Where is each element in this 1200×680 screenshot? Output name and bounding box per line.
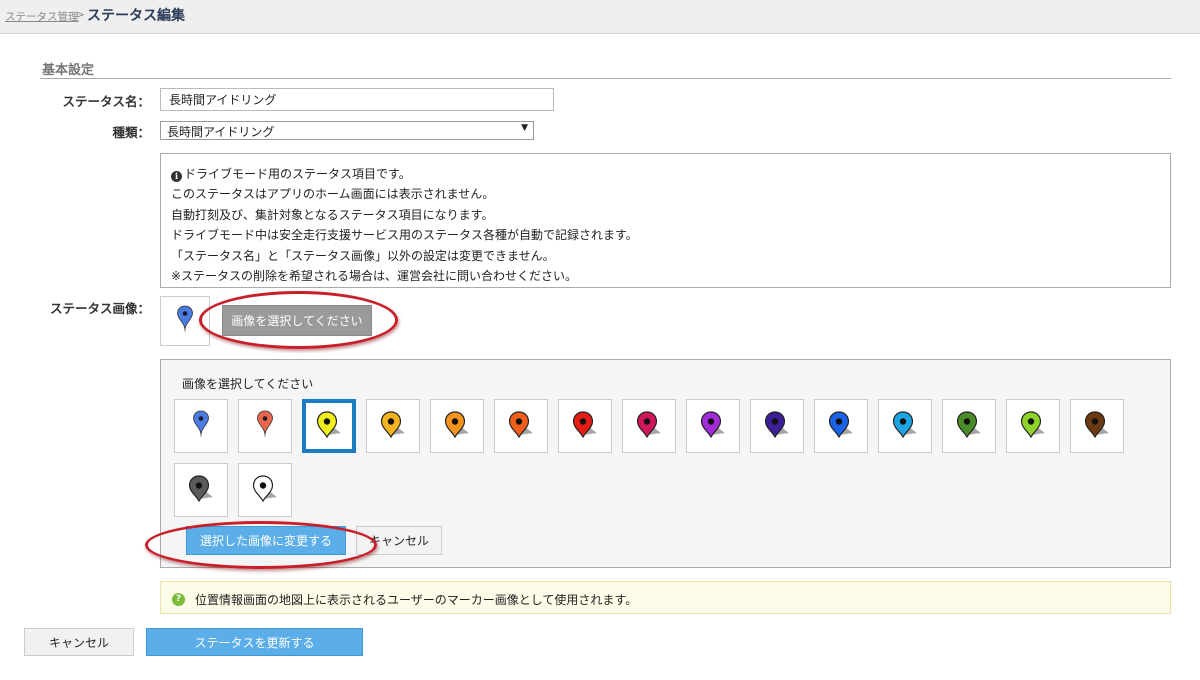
marker-option[interactable] (1070, 399, 1124, 453)
type-select[interactable]: 長時間アイドリング ▼ (160, 121, 534, 140)
red-marker-icon (571, 410, 599, 443)
red-pin-marker-icon (255, 410, 275, 443)
marker-option[interactable] (750, 399, 804, 453)
marker-option[interactable] (174, 399, 228, 453)
marker-option[interactable] (686, 399, 740, 453)
update-status-button[interactable]: ステータスを更新する (146, 628, 363, 656)
info-line: ※ステータスの削除を希望される場合は、運営会社に問い合わせください。 (171, 269, 578, 284)
annotation-circle (145, 521, 377, 569)
annotation-circle (199, 291, 398, 349)
marker-option[interactable] (942, 399, 996, 453)
blue-pin-marker-icon (191, 410, 211, 443)
marker-option[interactable] (878, 399, 932, 453)
dropdown-arrow-icon: ▼ (521, 123, 528, 133)
breadcrumb-parent-link[interactable]: ステータス管理 (5, 9, 79, 24)
notice-text: 位置情報画面の地図上に表示されるユーザーのマーカー画像として使用されます。 (195, 593, 638, 607)
marker-option[interactable] (622, 399, 676, 453)
info-line: 「ステータス名」と「ステータス画像」以外の設定は変更できません。 (171, 248, 555, 263)
marker-option[interactable] (366, 399, 420, 453)
breadcrumb-separator: > (76, 9, 85, 21)
blue-pin-marker-icon (175, 305, 195, 338)
dark-orange-marker-icon (507, 410, 535, 443)
info-icon: i (171, 171, 182, 182)
info-line: 自動打刻及び、集計対象となるステータス項目になります。 (171, 207, 494, 222)
crimson-marker-icon (635, 410, 663, 443)
yellow-marker-icon (315, 410, 343, 443)
picker-title: 画像を選択してください (182, 377, 314, 391)
marker-option[interactable] (302, 399, 356, 453)
amber-marker-icon (379, 410, 407, 443)
lime-marker-icon (1019, 410, 1047, 443)
info-line: ドライブモード中は安全走行支援サービス用のステータス各種が自動で記録されます。 (171, 228, 638, 243)
marker-option[interactable] (238, 399, 292, 453)
blue-marker-icon (827, 410, 855, 443)
brown-marker-icon (1083, 410, 1111, 443)
section-title: 基本設定 (42, 63, 95, 78)
info-line: このステータスはアプリのホーム画面には表示されません。 (171, 187, 495, 202)
type-select-value: 長時間アイドリング (167, 125, 275, 139)
info-line: i ドライブモード用のステータス項目です。 (171, 164, 1170, 184)
help-icon: ? (172, 593, 185, 606)
indigo-marker-icon (763, 410, 791, 443)
white-marker-icon (251, 474, 279, 507)
page-title: ステータス編集 (87, 8, 185, 24)
status-image-label: ステータス画像： (49, 301, 150, 316)
notice-box: ? 位置情報画面の地図上に表示されるユーザーのマーカー画像として使用されます。 (160, 581, 1171, 614)
info-box: i ドライブモード用のステータス項目です。 このステータスはアプリのホーム画面には… (160, 153, 1171, 288)
top-bar: ステータス管理 > ステータス編集 (0, 0, 1200, 34)
green-marker-icon (955, 410, 983, 443)
status-name-input[interactable] (160, 88, 554, 111)
marker-option[interactable] (174, 463, 228, 517)
marker-option[interactable] (814, 399, 868, 453)
status-name-label: ステータス名： (62, 94, 150, 109)
marker-option[interactable] (558, 399, 612, 453)
sky-blue-marker-icon (891, 410, 919, 443)
gray-marker-icon (187, 474, 215, 507)
type-label: 種類： (112, 125, 150, 140)
marker-option[interactable] (430, 399, 484, 453)
orange-marker-icon (443, 410, 471, 443)
cancel-button[interactable]: キャンセル (24, 628, 134, 656)
marker-option[interactable] (1006, 399, 1060, 453)
section-divider (40, 78, 1171, 79)
marker-option[interactable] (238, 463, 292, 517)
marker-option[interactable] (494, 399, 548, 453)
info-line-text: ドライブモード用のステータス項目です。 (184, 167, 411, 181)
purple-marker-icon (699, 410, 727, 443)
